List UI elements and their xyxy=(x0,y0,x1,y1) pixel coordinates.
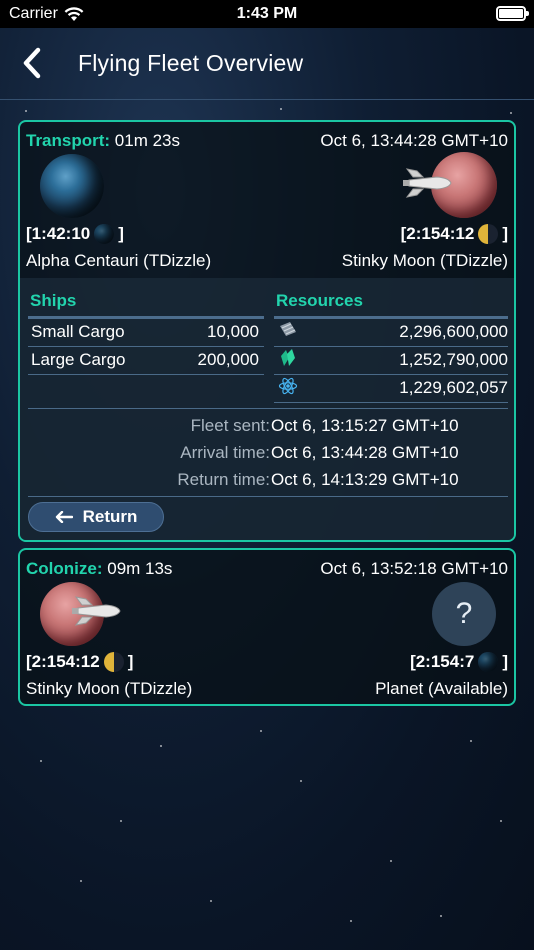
section-divider xyxy=(28,496,508,497)
origin-coordinates[interactable]: [2:154:12 ] xyxy=(26,652,133,672)
destination-coords-end: ] xyxy=(502,224,508,243)
origin-name: Stinky Moon (TDizzle) xyxy=(26,679,193,698)
ship-row: Large Cargo 200,000 xyxy=(31,350,259,370)
origin-coords-text: [2:154:12 xyxy=(26,652,100,671)
planet-icon xyxy=(94,224,115,244)
unknown-planet-icon: ? xyxy=(432,582,496,646)
resource-amount: 1,252,790,000 xyxy=(399,350,508,369)
destination-coords-text: [2:154:7 xyxy=(410,652,475,671)
ship-count: 200,000 xyxy=(197,350,259,369)
fleet-details-panel: Ships Resources Small Cargo 10,000 Large… xyxy=(20,278,514,540)
battery-icon xyxy=(496,6,529,21)
ship-name: Small Cargo xyxy=(31,322,125,341)
time-remaining: 01m 23s xyxy=(114,131,180,150)
return-time-label: Return time: xyxy=(177,470,270,489)
ship-name: Large Cargo xyxy=(31,350,126,369)
metal-icon xyxy=(280,322,296,336)
origin-coords-end: ] xyxy=(118,224,124,243)
return-button-label: Return xyxy=(82,507,138,526)
row-divider xyxy=(274,346,508,347)
mission-header: Colonize: 09m 13s xyxy=(26,559,172,579)
resource-amount: 1,229,602,057 xyxy=(399,378,508,397)
arrival-time-value: Oct 6, 13:44:28 GMT+10 xyxy=(271,443,459,462)
resource-amount: 2,296,600,000 xyxy=(399,322,508,341)
mission-header: Transport: 01m 23s xyxy=(26,131,180,151)
resources-section-title: Resources xyxy=(276,291,363,310)
origin-coordinates[interactable]: [1:42:10 ] xyxy=(26,224,124,244)
back-chevron-icon[interactable] xyxy=(18,46,48,80)
mission-type: Colonize: xyxy=(26,559,103,578)
planet-icon xyxy=(478,652,499,672)
clock: 1:43 PM xyxy=(236,5,298,22)
arrival-time-label: Arrival time: xyxy=(180,443,270,462)
arrow-left-icon xyxy=(55,511,73,523)
mission-type: Transport: xyxy=(26,131,111,150)
question-mark: ? xyxy=(455,597,473,630)
row-divider xyxy=(28,374,264,375)
resources-title-divider xyxy=(274,316,508,319)
deuterium-icon xyxy=(278,377,298,395)
origin-coords-text: [1:42:10 xyxy=(26,224,91,243)
return-button[interactable]: Return xyxy=(28,502,164,532)
destination-coordinates[interactable]: [2:154:12 ] xyxy=(401,224,508,244)
origin-coords-end: ] xyxy=(127,652,134,671)
row-divider xyxy=(28,346,264,347)
destination-name: Stinky Moon (TDizzle) xyxy=(341,251,508,270)
fleet-card-transport[interactable]: Transport: 01m 23s Oct 6, 13:44:28 GMT+1… xyxy=(18,120,516,542)
time-remaining: 09m 13s xyxy=(107,559,173,578)
destination-coordinates[interactable]: [2:154:7 ] xyxy=(410,652,508,672)
page-title: Flying Fleet Overview xyxy=(78,50,304,76)
row-divider xyxy=(274,374,508,375)
shuttle-icon xyxy=(403,168,452,198)
destination-coords-text: [2:154:12 xyxy=(400,224,475,243)
ship-count: 10,000 xyxy=(207,322,259,341)
status-bar: Carrier 1:43 PM xyxy=(0,0,534,28)
ships-title-divider xyxy=(28,316,264,319)
fleet-sent-label: Fleet sent: xyxy=(190,416,270,435)
arrival-header: Oct 6, 13:44:28 GMT+10 xyxy=(320,131,508,150)
row-divider xyxy=(274,402,508,403)
return-time-value: Oct 6, 14:13:29 GMT+10 xyxy=(271,470,459,489)
fleet-card-colonize[interactable]: Colonize: 09m 13s Oct 6, 13:52:18 GMT+10… xyxy=(18,548,516,706)
navigation-bar: Flying Fleet Overview xyxy=(0,28,534,100)
ships-section-title: Ships xyxy=(30,291,77,310)
destination-coords-end: ] xyxy=(502,652,508,671)
crystal-icon xyxy=(281,349,295,366)
fleet-sent-value: Oct 6, 13:15:27 GMT+10 xyxy=(271,416,459,435)
shuttle-icon xyxy=(72,596,121,626)
ship-row: Small Cargo 10,000 xyxy=(31,322,259,342)
moon-icon xyxy=(103,652,124,672)
origin-name: Alpha Centauri (TDizzle) xyxy=(26,251,212,270)
arrival-header: Oct 6, 13:52:18 GMT+10 xyxy=(320,559,508,578)
section-divider xyxy=(28,408,508,409)
origin-planet-image xyxy=(40,154,104,218)
moon-icon xyxy=(478,224,499,244)
destination-name: Planet (Available) xyxy=(375,679,508,698)
